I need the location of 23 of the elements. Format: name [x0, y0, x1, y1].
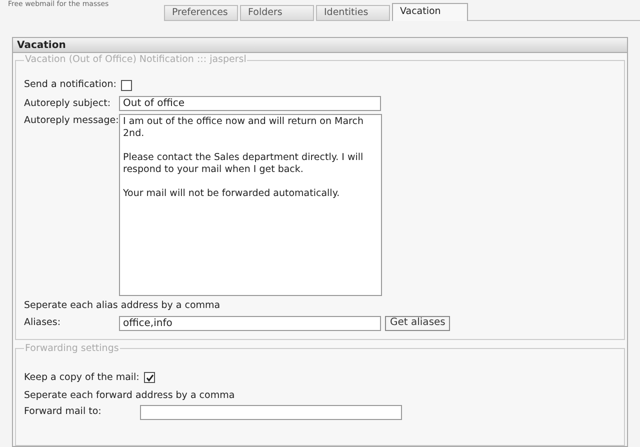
message-field[interactable]: I am out of the office now and will return on March 2nd. Please contact the Sales department directly. I will respond to your mail when I get back. Your mail will not be forwarded automatically.: [119, 114, 382, 296]
checkbox[interactable]: [121, 80, 132, 91]
panel-title: Vacation: [13, 38, 627, 53]
aliases-field[interactable]: office,info: [119, 316, 381, 330]
tab[interactable]: Folders: [240, 5, 314, 21]
check-icon: [146, 374, 154, 382]
checkbox[interactable]: [144, 372, 156, 384]
section-legend: Vacation (Out of Office) Notification ::: jaspersl: [24, 54, 248, 66]
field-label: Keep a copy of the mail:: [24, 370, 140, 384]
tab[interactable]: Identities: [316, 5, 390, 21]
tab[interactable]: Preferences: [164, 5, 238, 21]
forward-field[interactable]: [140, 405, 402, 420]
field-label: Send a notification:: [24, 78, 116, 92]
field-label: Autoreply message:: [24, 114, 119, 128]
subject-field[interactable]: Out of office: [119, 96, 381, 112]
hint-text: Seperate each alias address by a comma: [24, 299, 222, 314]
tab[interactable]: Vacation: [392, 3, 468, 21]
field-label: Autoreply subject:: [24, 96, 112, 111]
section-legend: Forwarding settings: [24, 342, 120, 354]
hint-text: Seperate each forward address by a comma: [24, 388, 236, 403]
field-label: Aliases:: [24, 316, 62, 330]
field-label: Forward mail to:: [24, 405, 102, 420]
get-aliases-button[interactable]: Get aliases: [385, 316, 450, 330]
